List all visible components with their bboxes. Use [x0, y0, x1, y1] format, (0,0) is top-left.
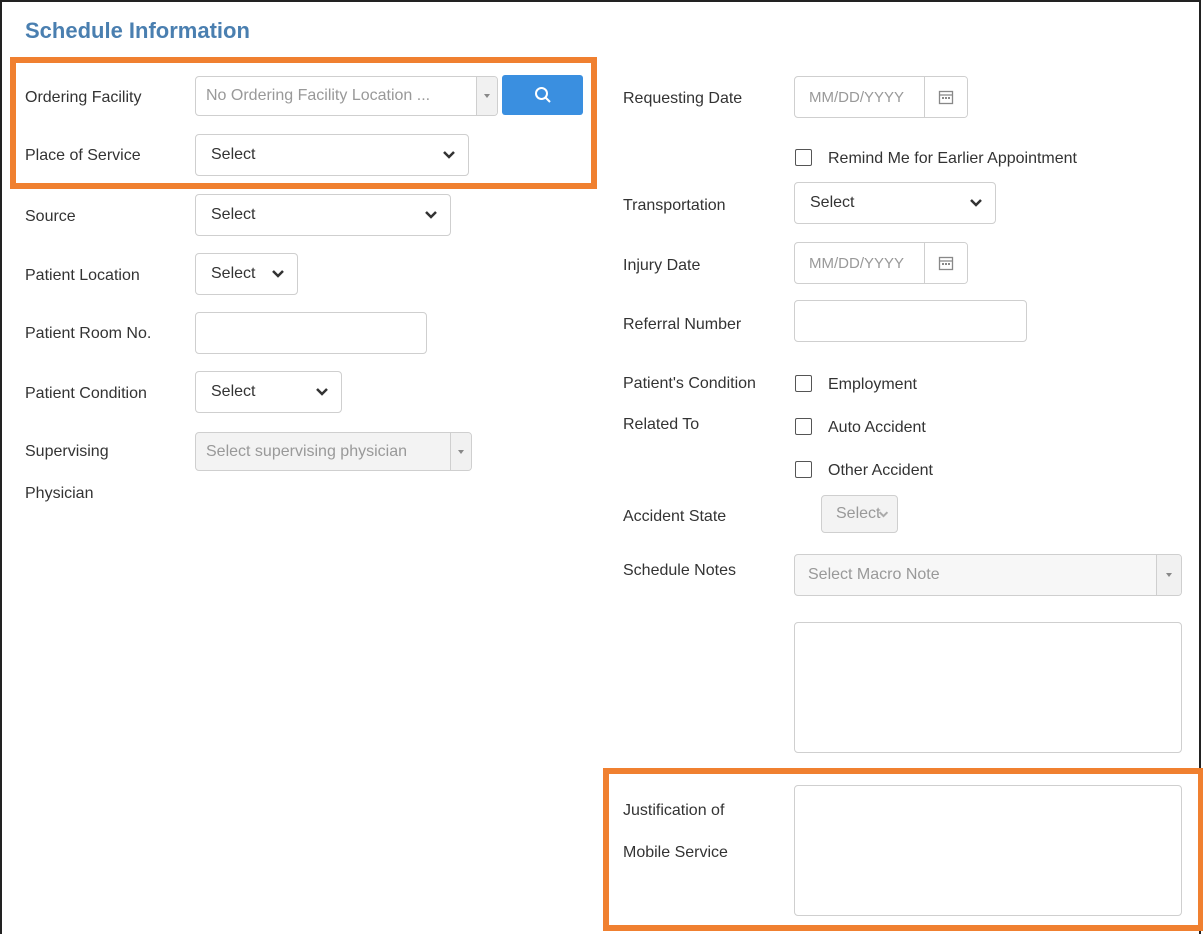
ordering-facility-highlight [10, 57, 597, 189]
employment-label: Employment [828, 376, 917, 393]
other-accident-checkbox[interactable] [795, 461, 812, 478]
remind-me-label: Remind Me for Earlier Appointment [828, 150, 1077, 167]
supervising-physician-label-line2: Physician [25, 485, 94, 502]
calendar-icon [938, 90, 954, 105]
accident-state-label: Accident State [623, 508, 727, 525]
source-value: Select [211, 206, 256, 223]
auto-accident-label: Auto Accident [828, 419, 926, 436]
transportation-value: Select [810, 194, 855, 211]
requesting-date-input[interactable]: MM/DD/YYYY [794, 76, 968, 118]
patient-room-input[interactable] [195, 312, 427, 354]
calendar-icon [938, 256, 954, 271]
patient-location-label: Patient Location [25, 267, 140, 284]
source-select[interactable]: Select [195, 194, 451, 236]
injury-date-placeholder: MM/DD/YYYY [809, 254, 905, 272]
accident-state-value: Select [836, 505, 881, 522]
condition-related-label-line2: Related To [623, 416, 700, 433]
triangle-down-icon [1156, 555, 1181, 595]
referral-number-label: Referral Number [623, 316, 742, 333]
requesting-date-placeholder: MM/DD/YYYY [809, 88, 905, 106]
employment-checkbox[interactable] [795, 375, 812, 392]
accident-state-select[interactable]: Select [821, 495, 898, 533]
supervising-physician-label-line1: Supervising [25, 443, 109, 460]
supervising-physician-placeholder: Select supervising physician [206, 442, 407, 460]
injury-date-label: Injury Date [623, 257, 701, 274]
requesting-date-calendar-button[interactable] [924, 77, 967, 117]
patient-location-value: Select [211, 265, 256, 282]
remind-me-checkbox[interactable] [795, 149, 812, 166]
auto-accident-checkbox[interactable] [795, 418, 812, 435]
chevron-down-icon [425, 211, 437, 219]
injury-date-calendar-button[interactable] [924, 243, 967, 283]
schedule-notes-placeholder: Select Macro Note [808, 566, 940, 583]
schedule-notes-textarea[interactable] [794, 622, 1182, 753]
requesting-date-label: Requesting Date [623, 90, 743, 107]
section-title: Schedule Information [25, 18, 250, 43]
injury-date-input[interactable]: MM/DD/YYYY [794, 242, 968, 284]
patient-room-label: Patient Room No. [25, 325, 152, 342]
justification-highlight [603, 768, 1203, 931]
chevron-down-icon [878, 511, 889, 518]
triangle-down-icon [450, 433, 471, 470]
chevron-down-icon [970, 199, 982, 207]
transportation-label: Transportation [623, 197, 726, 214]
patient-condition-select[interactable]: Select [195, 371, 342, 413]
patient-location-select[interactable]: Select [195, 253, 298, 295]
chevron-down-icon [316, 388, 328, 396]
referral-number-input[interactable] [794, 300, 1027, 342]
patient-condition-label: Patient Condition [25, 385, 147, 402]
schedule-notes-macro-select[interactable]: Select Macro Note [794, 554, 1182, 596]
supervising-physician-select[interactable]: Select supervising physician [195, 432, 472, 471]
chevron-down-icon [272, 270, 284, 278]
transportation-select[interactable]: Select [794, 182, 996, 224]
condition-related-label-line1: Patient's Condition [623, 375, 756, 392]
patient-condition-value: Select [211, 383, 256, 400]
other-accident-label: Other Accident [828, 462, 933, 479]
source-label: Source [25, 208, 76, 225]
schedule-notes-label: Schedule Notes [623, 562, 736, 579]
